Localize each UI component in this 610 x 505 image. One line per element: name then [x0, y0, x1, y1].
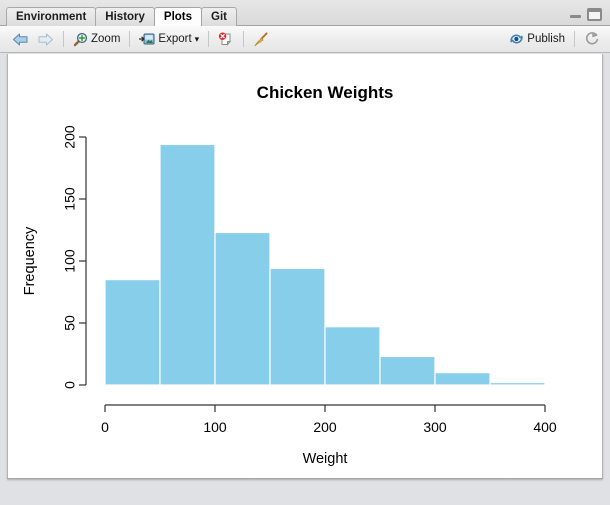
y-tick-label: 100: [62, 249, 78, 273]
histogram-bar: [379, 355, 436, 386]
x-tick-label: 200: [313, 419, 337, 435]
histogram-bar: [489, 381, 546, 386]
tab-environment[interactable]: Environment: [6, 7, 97, 26]
histogram-bar: [159, 143, 216, 386]
back-arrow-icon: [12, 32, 29, 47]
export-button-label: Export: [158, 33, 192, 45]
x-tick-label: 100: [203, 419, 227, 435]
publish-button[interactable]: Publish: [505, 30, 569, 48]
y-tick-label: 200: [62, 125, 78, 149]
export-button[interactable]: Export ▾: [135, 30, 203, 48]
toolbar-right-group: Publish: [505, 26, 604, 52]
histogram-bar: [214, 231, 271, 386]
histogram-bar: [434, 372, 491, 386]
toolbar-separator-5: [574, 31, 575, 47]
toolbar-left-group: Zoom Export ▾: [8, 26, 273, 52]
histogram-bar: [104, 279, 161, 386]
x-tick-label: 400: [533, 419, 557, 435]
x-axis-label: Weight: [303, 451, 348, 467]
plot-output-panel: Chicken Weights 0 50 100 150 200 Frequency 0 100…: [7, 54, 603, 479]
tab-git[interactable]: Git: [201, 7, 238, 26]
pane-tabstrip: Environment History Plots Git: [0, 0, 610, 26]
histogram-bar: [324, 326, 381, 386]
tab-plots[interactable]: Plots: [153, 7, 203, 26]
toolbar-separator-4: [243, 31, 245, 47]
remove-plot-button[interactable]: [214, 30, 238, 49]
rstudio-plots-pane: Environment History Plots Git Zoom Expor…: [0, 0, 610, 505]
publish-icon: [509, 32, 524, 46]
x-axis: [104, 404, 546, 412]
y-tick-label: 0: [62, 381, 78, 389]
previous-plot-button[interactable]: [8, 30, 33, 49]
x-tick-label: 300: [423, 419, 447, 435]
export-image-icon: [139, 32, 155, 46]
y-tick-label: 150: [62, 187, 78, 211]
next-plot-button[interactable]: [33, 30, 58, 49]
window-controls: [569, 8, 602, 21]
y-tick-label: 50: [62, 315, 78, 331]
remove-plot-icon: [218, 32, 234, 47]
clear-all-plots-button[interactable]: [249, 30, 273, 49]
zoom-button-label: Zoom: [91, 33, 121, 45]
zoom-button[interactable]: Zoom: [69, 30, 124, 49]
toolbar-separator-3: [208, 31, 210, 47]
x-tick-label: 0: [101, 419, 109, 435]
tab-list: Environment History Plots Git: [6, 7, 238, 26]
refresh-icon: [584, 31, 600, 47]
forward-arrow-icon: [37, 32, 54, 47]
maximize-pane-icon[interactable]: [587, 8, 602, 21]
toolbar-separator-1: [63, 31, 64, 47]
panel-bottom-shadow: [7, 478, 603, 481]
magnifier-icon: [73, 32, 88, 47]
plots-toolbar: Zoom Export ▾ Publish: [0, 26, 610, 53]
bars-group: [104, 143, 546, 386]
minimize-pane-icon[interactable]: [569, 10, 582, 19]
chevron-down-icon: ▾: [194, 33, 200, 44]
broom-icon: [253, 31, 269, 47]
tab-history[interactable]: History: [95, 7, 155, 26]
toolbar-separator-2: [129, 31, 131, 47]
publish-button-label: Publish: [527, 33, 565, 45]
histogram-bar: [269, 267, 326, 386]
refresh-button[interactable]: [580, 29, 604, 49]
y-axis: [79, 136, 87, 386]
chart-title: Chicken Weights: [257, 83, 394, 102]
histogram-plot: Chicken Weights 0 50 100 150 200 Frequency 0 100…: [22, 83, 557, 467]
y-axis-label: Frequency: [22, 226, 38, 295]
